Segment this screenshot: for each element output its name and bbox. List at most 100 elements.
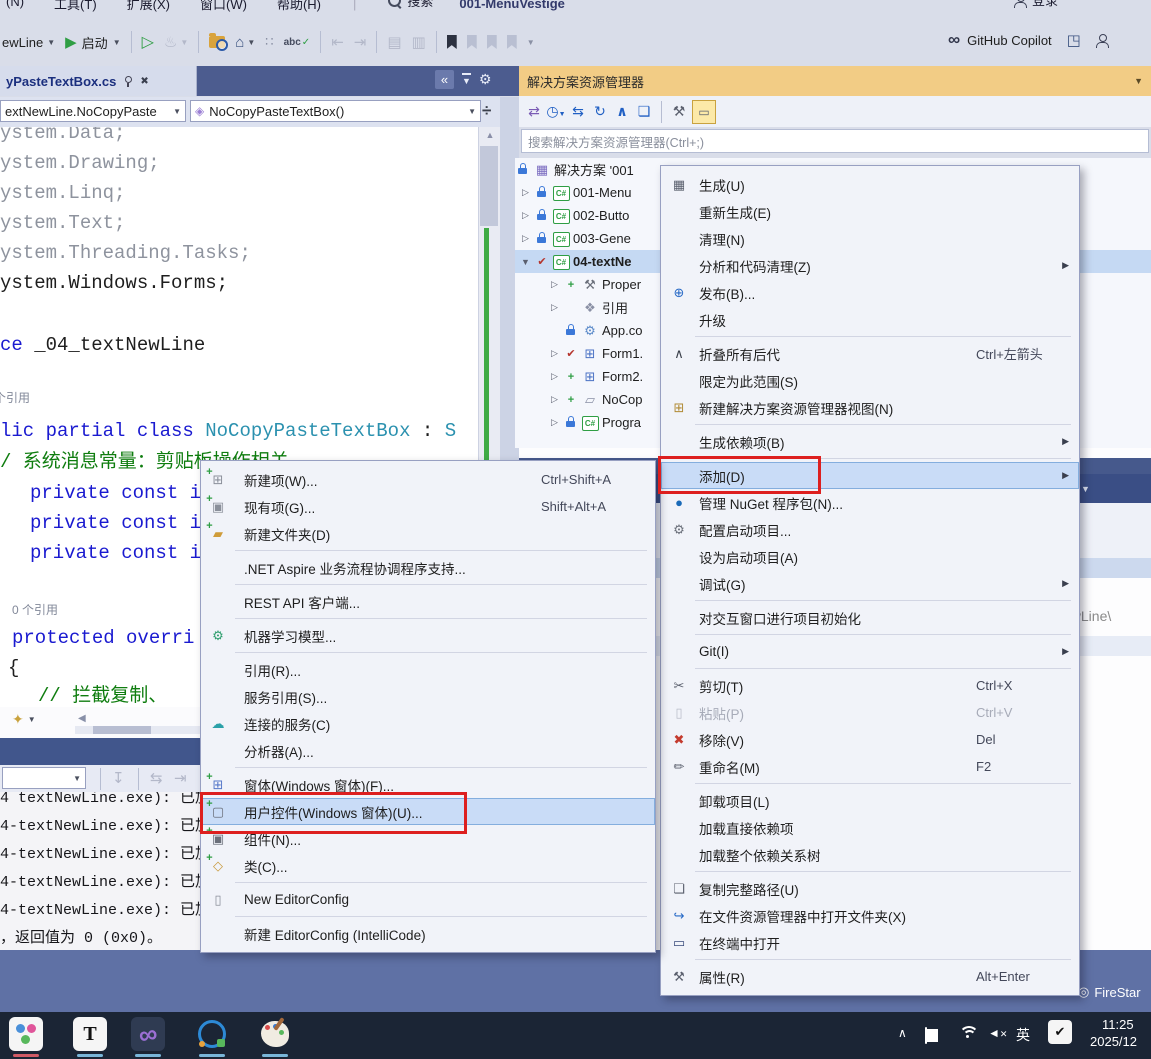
- share-icon[interactable]: ◳: [1067, 31, 1081, 49]
- indent-decrease-icon[interactable]: ⇤: [331, 33, 344, 51]
- bookmark-icon[interactable]: [446, 35, 457, 49]
- clear-output-icon[interactable]: ⇥: [174, 769, 187, 787]
- taskbar-paint-app-icon[interactable]: [258, 1017, 292, 1051]
- expander-icon[interactable]: ▷: [548, 302, 561, 313]
- expander-icon[interactable]: ▷: [519, 210, 532, 221]
- expander-icon[interactable]: ▷: [519, 187, 532, 198]
- split-editor-icon[interactable]: ÷: [482, 101, 491, 121]
- menu-item[interactable]: 对交互窗口进行项目初始化: [661, 604, 1079, 631]
- expander-icon[interactable]: ▷: [548, 417, 561, 428]
- menu-item[interactable]: 分析和代码清理(Z) ▶: [661, 252, 1079, 279]
- start-without-debug-button[interactable]: ▷: [142, 32, 154, 52]
- expander-icon[interactable]: ▷: [548, 371, 561, 382]
- battery-icon[interactable]: [925, 1027, 927, 1044]
- menu-item[interactable]: ❏ 复制完整路径(U): [661, 875, 1079, 902]
- comment-icon[interactable]: ▤: [387, 33, 401, 51]
- copilot-person-icon[interactable]: [1095, 34, 1109, 48]
- menu-item[interactable]: REST API 客户端...: [201, 588, 655, 615]
- menu-item[interactable]: ⚙ 配置启动项目...: [661, 516, 1079, 543]
- menu-item[interactable]: ▯ New EditorConfig: [201, 886, 655, 913]
- menu-item[interactable]: 引用(R)...: [201, 656, 655, 683]
- tray-expand-icon[interactable]: ∧: [898, 1026, 907, 1040]
- code-cleanup-button[interactable]: ✦ ▼: [12, 711, 36, 728]
- expander-icon[interactable]: ▼: [519, 257, 532, 267]
- window-list-icon[interactable]: ▼: [462, 73, 471, 86]
- navigate-home-button[interactable]: ⌂ ▼: [235, 34, 255, 51]
- switch-views-icon[interactable]: ⇄: [523, 103, 545, 120]
- taskbar-visual-studio-icon[interactable]: ∞: [131, 1017, 165, 1051]
- properties-wrench-icon[interactable]: ⚒: [668, 103, 690, 120]
- uncomment-icon[interactable]: ▥: [412, 33, 426, 51]
- menu-item[interactable]: 服务引用(S)...: [201, 683, 655, 710]
- menu-item[interactable]: 扩展(X): [127, 0, 170, 13]
- horizontal-scrollbar-thumb[interactable]: [93, 726, 151, 734]
- menu-item[interactable]: 清理(N): [661, 225, 1079, 252]
- startup-project-dropdown[interactable]: ewLine ▼: [2, 35, 55, 50]
- indent-increase-icon[interactable]: ⇥: [354, 33, 367, 51]
- menu-item[interactable]: ▦ 生成(U): [661, 171, 1079, 198]
- menu-item[interactable]: ◇ + 类(C)...: [201, 852, 655, 879]
- menu-item[interactable]: ⊕ 发布(B)...: [661, 279, 1079, 306]
- clock-time[interactable]: 11:25: [1102, 1017, 1134, 1032]
- menu-item[interactable]: 卸载项目(L): [661, 787, 1079, 814]
- ime-indicator[interactable]: 英: [1016, 1025, 1030, 1045]
- pin-icon[interactable]: [124, 76, 132, 87]
- spell-check-button[interactable]: abc ✓: [284, 37, 311, 48]
- menu-item[interactable]: ⊞ 新建解决方案资源管理器视图(N): [661, 394, 1079, 421]
- find-in-files-icon[interactable]: [209, 33, 229, 51]
- taskbar-browser-icon[interactable]: [195, 1017, 229, 1051]
- menu-item[interactable]: ↪ 在文件资源管理器中打开文件夹(X): [661, 902, 1079, 929]
- expander-icon[interactable]: ▷: [548, 348, 561, 359]
- scroll-up-icon[interactable]: ▲: [479, 127, 501, 140]
- menu-item[interactable]: .NET Aspire 业务流程协调程序支持...: [201, 554, 655, 581]
- start-debug-button[interactable]: ▶ 启动 ▼: [65, 33, 120, 52]
- scroll-left-icon[interactable]: ◀: [78, 713, 86, 724]
- menu-item[interactable]: ∧ 折叠所有后代 Ctrl+左箭头: [661, 340, 1079, 367]
- menu-item[interactable]: 窗口(W): [200, 0, 247, 13]
- tab-nocopypastetextbox[interactable]: yPasteTextBox.cs ✖: [0, 66, 197, 96]
- member-dropdown[interactable]: ◈ NoCopyPasteTextBox() ▼: [190, 100, 481, 122]
- menu-item[interactable]: ▯ 粘贴(P) Ctrl+V: [661, 699, 1079, 726]
- menu-item[interactable]: ⚙ 机器学习模型...: [201, 622, 655, 649]
- menu-item[interactable]: 加载直接依赖项: [661, 814, 1079, 841]
- clock-date[interactable]: 2025/12: [1090, 1034, 1151, 1049]
- word-wrap-icon[interactable]: ⇆: [150, 769, 163, 787]
- menu-item[interactable]: (N): [6, 0, 24, 13]
- output-source-dropdown[interactable]: ▼: [2, 767, 86, 789]
- clear-bookmarks-icon[interactable]: [506, 35, 517, 49]
- expander-icon[interactable]: ▷: [548, 394, 561, 405]
- show-all-files-icon[interactable]: ❏: [633, 103, 655, 120]
- solution-explorer-search[interactable]: 搜索解决方案资源管理器(Ctrl+;): [521, 129, 1149, 153]
- chevron-down-icon[interactable]: ▼: [1134, 76, 1151, 86]
- menu-item[interactable]: 调试(G) ▶: [661, 570, 1079, 597]
- close-icon[interactable]: ✖: [140, 76, 148, 87]
- menu-item[interactable]: ▰ + 新建文件夹(D): [201, 520, 655, 547]
- menu-item[interactable]: 新建 EditorConfig (IntelliCode): [201, 920, 655, 947]
- collapse-all-icon[interactable]: ∧: [611, 103, 633, 120]
- expander-icon[interactable]: ▷: [519, 233, 532, 244]
- taskbar-diagram-app-icon[interactable]: [9, 1017, 43, 1051]
- search-box[interactable]: 搜索: [382, 0, 433, 10]
- copilot-button[interactable]: ∞ GitHub Copilot ◳: [948, 30, 1109, 50]
- next-bookmark-icon[interactable]: [486, 35, 497, 49]
- pending-changes-filter-icon[interactable]: ◷▼: [545, 103, 567, 120]
- collapse-panel-icon[interactable]: «: [435, 70, 454, 89]
- hot-reload-button[interactable]: ♨ ▼: [164, 33, 188, 51]
- sign-in-button[interactable]: 登录: [1008, 0, 1058, 9]
- menu-item[interactable]: 分析器(A)...: [201, 737, 655, 764]
- volume-muted-icon[interactable]: ◄✕: [988, 1026, 1007, 1040]
- menu-item[interactable]: ⊞ + 新建项(W)... Ctrl+Shift+A: [201, 466, 655, 493]
- menu-item[interactable]: 工具(T): [54, 0, 97, 13]
- menu-item[interactable]: ▣ + 现有项(G)... Shift+Alt+A: [201, 493, 655, 520]
- scrollbar-thumb[interactable]: [480, 146, 498, 226]
- sync-with-active-document-icon[interactable]: ⇆: [567, 103, 589, 120]
- menu-item[interactable]: 限定为此范围(S): [661, 367, 1079, 394]
- expander-icon[interactable]: ▷: [548, 279, 561, 290]
- menu-item[interactable]: 生成依赖项(B) ▶: [661, 428, 1079, 455]
- menu-item[interactable]: 重新生成(E): [661, 198, 1079, 225]
- gear-icon[interactable]: ⚙: [479, 71, 492, 88]
- menu-item[interactable]: 帮助(H): [277, 0, 321, 13]
- menu-item[interactable]: ✖ 移除(V) Del: [661, 726, 1079, 753]
- refresh-icon[interactable]: ↻: [589, 103, 611, 120]
- menu-item[interactable]: 设为启动项目(A): [661, 543, 1079, 570]
